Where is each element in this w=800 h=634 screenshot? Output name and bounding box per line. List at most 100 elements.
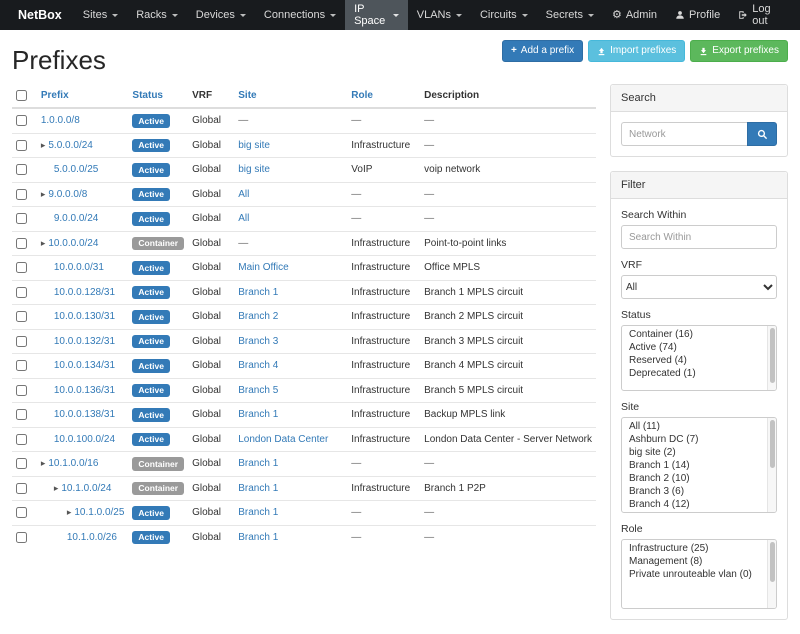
listbox-option[interactable]: Branch 1 (14) [622, 459, 776, 472]
expand-caret-icon[interactable]: ▸ [41, 140, 46, 150]
search-button[interactable] [747, 122, 777, 146]
site-link[interactable]: Branch 3 [238, 336, 278, 347]
site-link[interactable]: Branch 1 [238, 287, 278, 298]
row-checkbox[interactable] [16, 262, 27, 273]
nav-item-ip-space[interactable]: IP Space [345, 0, 408, 30]
site-link[interactable]: Main Office [238, 262, 288, 273]
row-checkbox[interactable] [16, 360, 27, 371]
prefix-link[interactable]: 10.1.0.0/24 [61, 483, 111, 494]
listbox-option[interactable]: All (11) [622, 420, 776, 433]
expand-caret-icon[interactable]: ▸ [41, 189, 46, 199]
prefix-link[interactable]: 10.1.0.0/16 [48, 458, 98, 469]
site-link[interactable]: Branch 1 [238, 507, 278, 518]
vrf-select[interactable]: All [621, 275, 777, 299]
listbox-option[interactable]: Branch 2 (10) [622, 472, 776, 485]
expand-caret-icon[interactable]: ▸ [54, 483, 59, 493]
prefix-link[interactable]: 10.1.0.0/26 [67, 532, 117, 543]
prefix-link[interactable]: 10.0.0.136/31 [54, 385, 115, 396]
prefix-link[interactable]: 10.0.0.132/31 [54, 336, 115, 347]
row-checkbox[interactable] [16, 409, 27, 420]
expand-caret-icon[interactable]: ▸ [41, 238, 46, 248]
status-listbox[interactable]: Container (16)Active (74)Reserved (4)Dep… [621, 325, 777, 391]
status-scroll-thumb[interactable] [770, 328, 776, 383]
site-link[interactable]: Branch 2 [238, 311, 278, 322]
prefix-link[interactable]: 1.0.0.0/8 [41, 115, 80, 126]
row-checkbox[interactable] [16, 434, 27, 445]
row-checkbox[interactable] [16, 385, 27, 396]
prefix-link[interactable]: 10.0.0.138/31 [54, 409, 115, 420]
listbox-option[interactable]: Infrastructure (25) [622, 542, 776, 555]
listbox-option[interactable]: Branch 3 (6) [622, 485, 776, 498]
nav-item-secrets[interactable]: Secrets [537, 0, 603, 30]
expand-caret-icon[interactable]: ▸ [67, 507, 72, 517]
add-prefix-button[interactable]: + Add a prefix [502, 40, 583, 62]
site-link[interactable]: big site [238, 140, 270, 151]
listbox-option[interactable]: Private unrouteable vlan (0) [622, 568, 776, 581]
prefix-link[interactable]: 5.0.0.0/25 [54, 164, 98, 175]
row-checkbox[interactable] [16, 189, 27, 200]
listbox-option[interactable]: Branch 4 (12) [622, 498, 776, 511]
expand-caret-icon[interactable]: ▸ [41, 458, 46, 468]
listbox-option[interactable]: big site (2) [622, 446, 776, 459]
prefix-link[interactable]: 10.0.100.0/24 [54, 434, 115, 445]
brand[interactable]: NetBox [6, 0, 74, 30]
role-listbox[interactable]: Infrastructure (25)Management (8)Private… [621, 539, 777, 609]
prefix-link[interactable]: 10.0.0.0/31 [54, 262, 104, 273]
row-checkbox[interactable] [16, 336, 27, 347]
site-link[interactable]: All [238, 213, 249, 224]
prefix-link[interactable]: 10.0.0.134/31 [54, 360, 115, 371]
nav-item-devices[interactable]: Devices [187, 0, 255, 30]
column-header-status[interactable]: Status [128, 84, 188, 108]
status-scrollbar[interactable] [767, 326, 776, 390]
prefix-link[interactable]: 10.0.0.128/31 [54, 287, 115, 298]
prefix-link[interactable]: 9.0.0.0/24 [54, 213, 98, 224]
site-link[interactable]: Branch 5 [238, 385, 278, 396]
site-link[interactable]: Branch 1 [238, 458, 278, 469]
row-checkbox[interactable] [16, 311, 27, 322]
row-checkbox[interactable] [16, 164, 27, 175]
prefix-link[interactable]: 9.0.0.0/8 [48, 189, 87, 200]
site-link[interactable]: Branch 1 [238, 532, 278, 543]
prefix-link[interactable]: 10.0.0.130/31 [54, 311, 115, 322]
site-link[interactable]: All [238, 189, 249, 200]
search-input[interactable] [621, 122, 747, 146]
site-link[interactable]: London Data Center [238, 434, 328, 445]
prefix-link[interactable]: 5.0.0.0/24 [48, 140, 92, 151]
row-checkbox[interactable] [16, 458, 27, 469]
listbox-option[interactable]: Reserved (4) [622, 354, 776, 367]
listbox-option[interactable]: Ashburn DC (7) [622, 433, 776, 446]
site-link[interactable]: Branch 1 [238, 409, 278, 420]
site-link[interactable]: big site [238, 164, 270, 175]
site-link[interactable]: Branch 4 [238, 360, 278, 371]
export-prefixes-button[interactable]: Export prefixes [690, 40, 788, 62]
nav-item-circuits[interactable]: Circuits [471, 0, 537, 30]
nav-item-racks[interactable]: Racks [127, 0, 187, 30]
row-checkbox[interactable] [16, 115, 27, 126]
search-within-input[interactable] [621, 225, 777, 249]
site-listbox[interactable]: All (11)Ashburn DC (7)big site (2)Branch… [621, 417, 777, 513]
prefix-link[interactable]: 10.0.0.0/24 [48, 238, 98, 249]
listbox-option[interactable]: Branch 5 (7) [622, 511, 776, 513]
nav-item-logout[interactable]: Log out [729, 0, 794, 30]
nav-item-vlans[interactable]: VLANs [408, 0, 471, 30]
row-checkbox[interactable] [16, 213, 27, 224]
listbox-option[interactable]: Deprecated (1) [622, 367, 776, 380]
row-checkbox[interactable] [16, 507, 27, 518]
column-header-role[interactable]: Role [347, 84, 420, 108]
nav-item-sites[interactable]: Sites [74, 0, 127, 30]
row-checkbox[interactable] [16, 238, 27, 249]
role-scrollbar[interactable] [767, 540, 776, 608]
site-scroll-thumb[interactable] [770, 420, 776, 468]
listbox-option[interactable]: Container (16) [622, 328, 776, 341]
prefix-link[interactable]: 10.1.0.0/25 [74, 507, 124, 518]
select-all-checkbox[interactable] [16, 90, 27, 101]
row-checkbox[interactable] [16, 140, 27, 151]
role-scroll-thumb[interactable] [770, 542, 776, 582]
row-checkbox[interactable] [16, 287, 27, 298]
column-header-site[interactable]: Site [234, 84, 347, 108]
listbox-option[interactable]: Active (74) [622, 341, 776, 354]
column-header-prefix[interactable]: Prefix [37, 84, 129, 108]
row-checkbox[interactable] [16, 483, 27, 494]
site-scrollbar[interactable] [767, 418, 776, 512]
import-prefixes-button[interactable]: Import prefixes [588, 40, 685, 62]
